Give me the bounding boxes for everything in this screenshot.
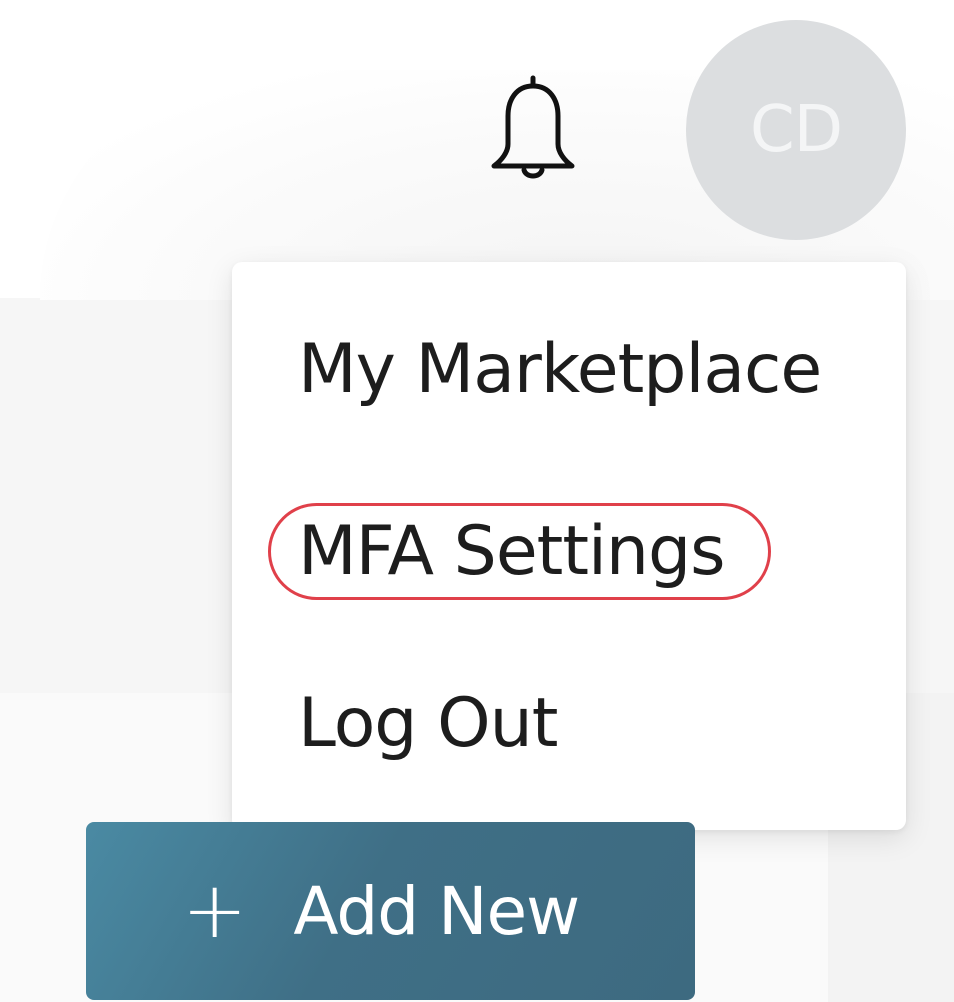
avatar-initials: CD bbox=[750, 93, 843, 167]
add-new-label: Add New bbox=[293, 872, 580, 950]
menu-item-log-out[interactable]: Log Out bbox=[298, 684, 558, 763]
user-dropdown-menu: My Marketplace MFA Settings Log Out bbox=[232, 262, 906, 830]
add-new-button[interactable]: + Add New bbox=[86, 822, 695, 1000]
bell-icon[interactable] bbox=[488, 72, 578, 188]
avatar[interactable]: CD bbox=[686, 20, 906, 240]
plus-icon: + bbox=[182, 866, 248, 956]
menu-item-mfa-settings[interactable]: MFA Settings bbox=[298, 512, 726, 591]
menu-item-my-marketplace[interactable]: My Marketplace bbox=[298, 330, 822, 409]
